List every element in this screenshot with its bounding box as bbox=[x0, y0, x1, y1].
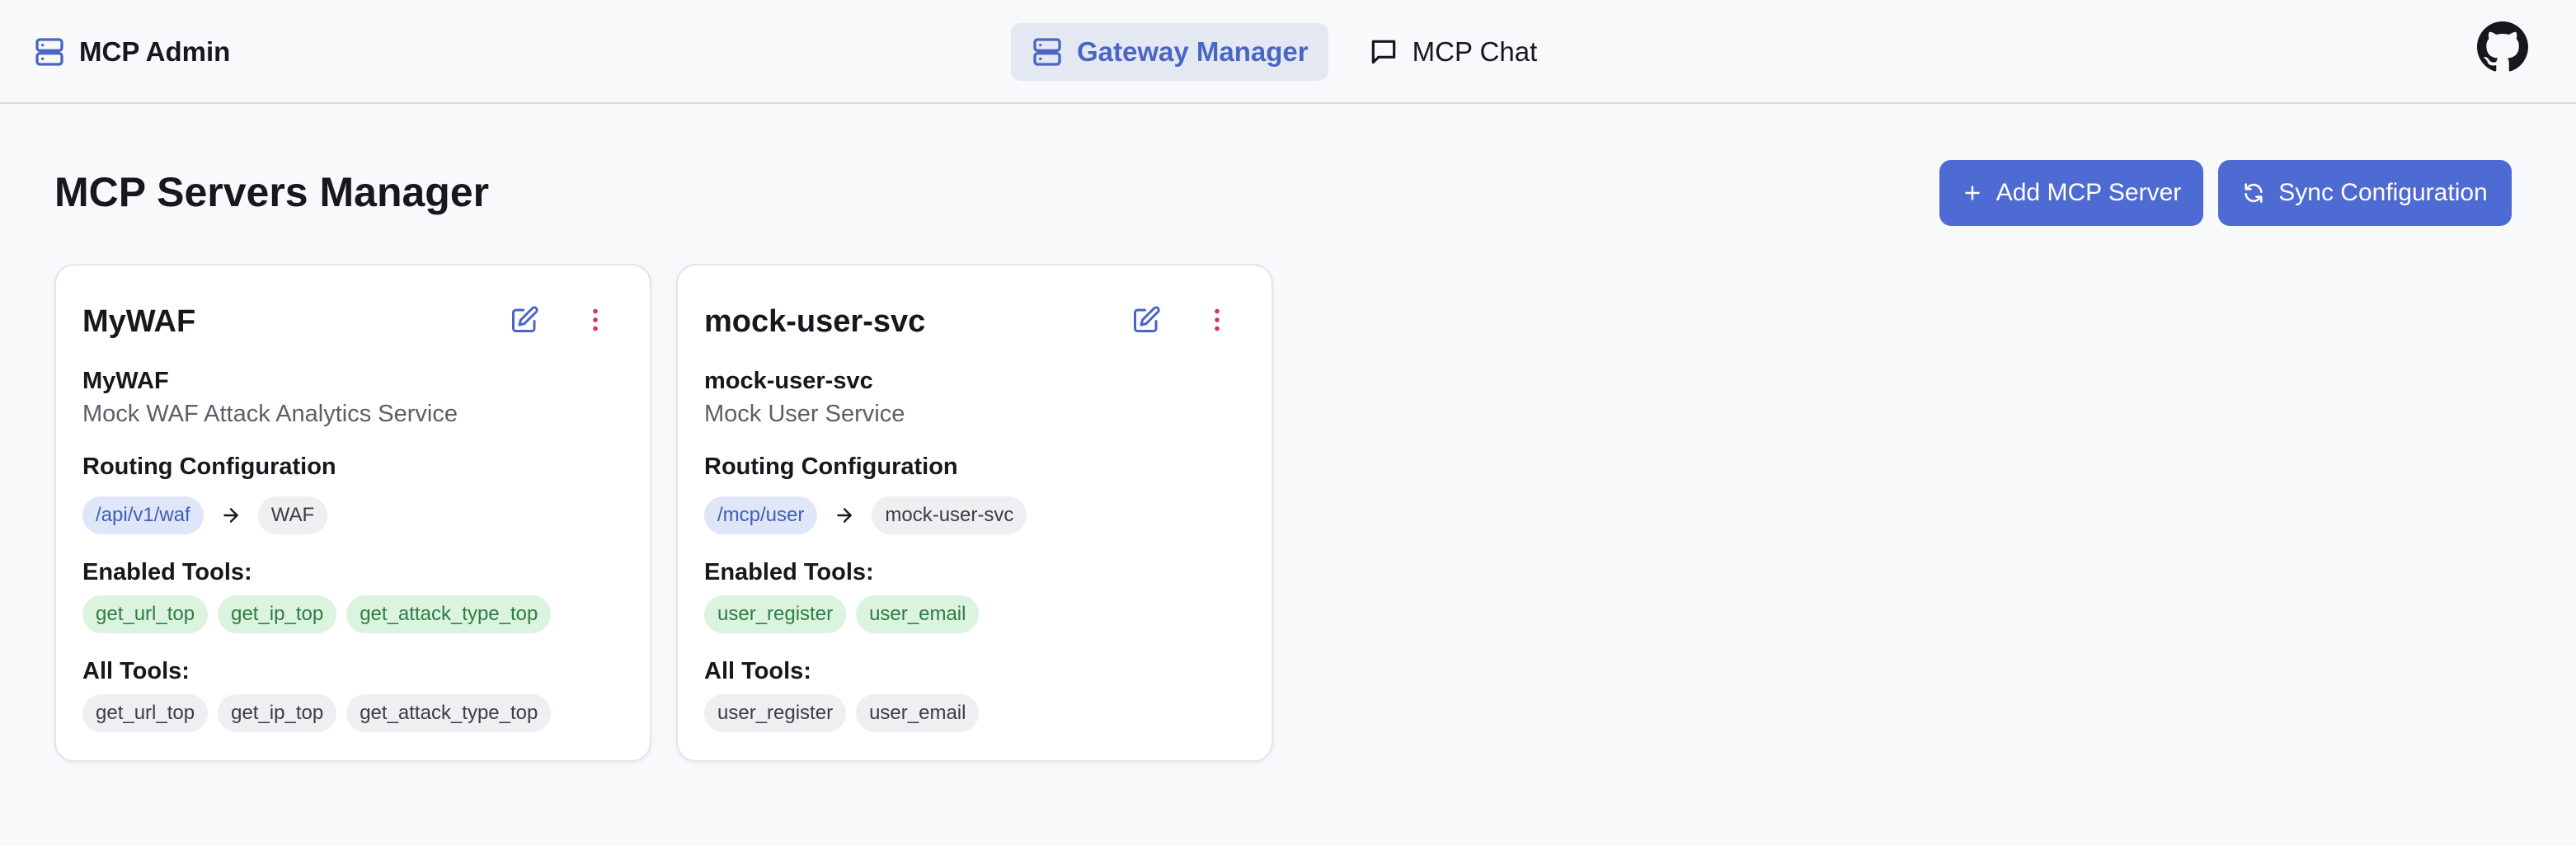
card-actions bbox=[1128, 302, 1235, 338]
brand[interactable]: MCP Admin bbox=[33, 31, 230, 73]
enabled-tool-chip: get_url_top bbox=[82, 595, 209, 633]
arrow-right-icon bbox=[217, 501, 245, 529]
more-options-button[interactable] bbox=[1199, 302, 1235, 338]
card-title: MyWAF bbox=[82, 304, 196, 339]
page-title: MCP Servers Manager bbox=[54, 169, 490, 215]
server-icon bbox=[33, 35, 66, 68]
enabled-tools-label: Enabled Tools: bbox=[704, 559, 874, 585]
routing-row: /api/v1/waf WAF bbox=[82, 496, 328, 534]
more-vertical-icon bbox=[1202, 305, 1232, 335]
enabled-tools-list: get_url_top get_ip_top get_attack_type_t… bbox=[82, 595, 552, 633]
app-title: MCP Admin bbox=[79, 36, 231, 67]
tool-chip: get_attack_type_top bbox=[346, 694, 552, 732]
sync-configuration-button[interactable]: Sync Configuration bbox=[2218, 160, 2512, 226]
server-description: Mock User Service bbox=[704, 401, 905, 427]
sync-configuration-label: Sync Configuration bbox=[2278, 179, 2488, 206]
card-actions bbox=[506, 302, 613, 338]
edit-button[interactable] bbox=[1128, 302, 1164, 338]
server-name: mock-user-svc bbox=[704, 368, 873, 394]
route-path-chip: /mcp/user bbox=[704, 496, 818, 534]
tab-gateway-manager[interactable]: Gateway Manager bbox=[1011, 23, 1328, 81]
server-icon bbox=[1031, 35, 1064, 68]
tool-chip: get_ip_top bbox=[218, 694, 337, 732]
server-description: Mock WAF Attack Analytics Service bbox=[82, 401, 458, 427]
enabled-tool-chip: user_email bbox=[856, 595, 980, 633]
card-title: mock-user-svc bbox=[704, 304, 926, 339]
edit-button[interactable] bbox=[506, 302, 543, 338]
routing-config-label: Routing Configuration bbox=[82, 454, 336, 480]
edit-icon bbox=[1131, 305, 1161, 335]
server-name: MyWAF bbox=[82, 368, 169, 394]
main-nav: Gateway Manager MCP Chat bbox=[1011, 23, 1557, 81]
server-card: mock-user-svc mock-user-svc Mock User Se… bbox=[676, 264, 1273, 762]
server-card: MyWAF MyWAF Mock WAF Attack Analytics Se… bbox=[54, 264, 651, 762]
enabled-tool-chip: get_attack_type_top bbox=[346, 595, 552, 633]
plus-icon bbox=[1962, 182, 1983, 204]
all-tools-list: user_register user_email bbox=[704, 694, 980, 732]
all-tools-list: get_url_top get_ip_top get_attack_type_t… bbox=[82, 694, 552, 732]
tool-chip: get_url_top bbox=[82, 694, 209, 732]
enabled-tool-chip: user_register bbox=[704, 595, 847, 633]
enabled-tools-label: Enabled Tools: bbox=[82, 559, 252, 585]
github-link[interactable] bbox=[2477, 21, 2528, 73]
github-icon bbox=[2477, 21, 2528, 73]
all-tools-label: All Tools: bbox=[704, 658, 811, 684]
refresh-icon bbox=[2242, 181, 2265, 204]
routing-row: /mcp/user mock-user-svc bbox=[704, 496, 1027, 534]
add-mcp-server-button[interactable]: Add MCP Server bbox=[1939, 160, 2203, 226]
more-vertical-icon bbox=[581, 305, 610, 335]
tab-mcp-chat[interactable]: MCP Chat bbox=[1348, 23, 1558, 81]
all-tools-label: All Tools: bbox=[82, 658, 190, 684]
enabled-tool-chip: get_ip_top bbox=[218, 595, 337, 633]
route-path-chip: /api/v1/waf bbox=[82, 496, 204, 534]
arrow-right-icon bbox=[830, 501, 858, 529]
tool-chip: user_email bbox=[856, 694, 980, 732]
tab-label: MCP Chat bbox=[1412, 36, 1538, 67]
edit-icon bbox=[510, 305, 539, 335]
routing-config-label: Routing Configuration bbox=[704, 454, 958, 480]
tab-label: Gateway Manager bbox=[1077, 36, 1309, 67]
add-mcp-server-label: Add MCP Server bbox=[1995, 179, 2182, 206]
chat-bubble-icon bbox=[1368, 36, 1399, 68]
route-target-chip: WAF bbox=[257, 496, 328, 534]
enabled-tools-list: user_register user_email bbox=[704, 595, 980, 633]
tool-chip: user_register bbox=[704, 694, 847, 732]
top-header: MCP Admin Gateway Manager MCP Chat bbox=[0, 0, 2576, 104]
route-target-chip: mock-user-svc bbox=[872, 496, 1027, 534]
more-options-button[interactable] bbox=[577, 302, 613, 338]
